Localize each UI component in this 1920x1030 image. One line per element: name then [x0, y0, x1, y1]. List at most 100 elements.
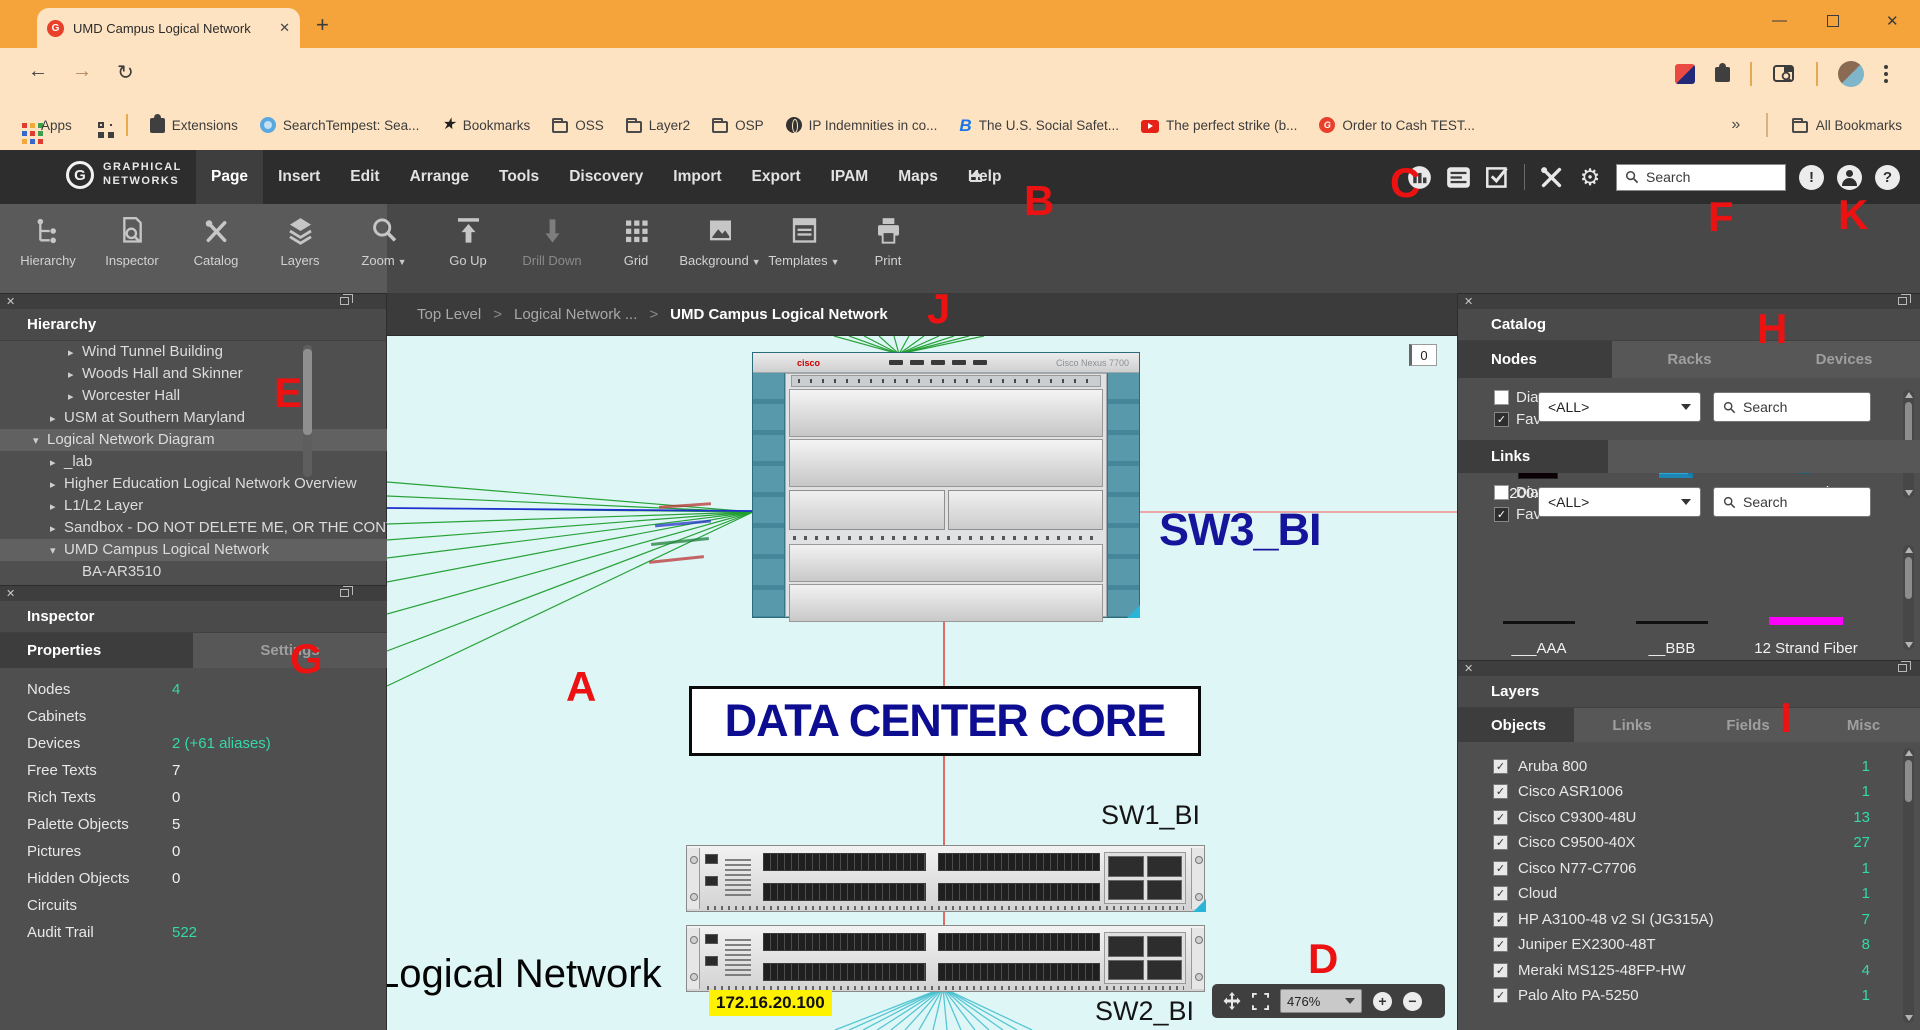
new-tab-button[interactable]: +	[316, 12, 329, 38]
link-swatch-12-strand-fiber[interactable]	[1769, 617, 1843, 625]
layers-button[interactable]: Layers	[258, 204, 342, 293]
eject-icon[interactable]	[968, 170, 984, 182]
menu-edit[interactable]: Edit	[335, 150, 394, 204]
bookmark-folder-layer2[interactable]: Layer2	[626, 118, 690, 133]
close-icon[interactable]: ✕	[1464, 295, 1473, 309]
apps-grid-icon[interactable]	[22, 123, 27, 128]
go-up-button[interactable]: Go Up	[426, 204, 510, 293]
label-sw1-bi[interactable]: SW1_BI	[1101, 800, 1200, 831]
forward-icon[interactable]: →	[72, 60, 92, 83]
expand-icon[interactable]	[50, 408, 64, 430]
back-icon[interactable]: ←	[28, 60, 48, 83]
diagram-canvas[interactable]: cisco Cisco Nexus 7700 DATA CENTER	[387, 336, 1457, 1030]
dia-checkbox[interactable]	[1494, 390, 1509, 405]
fit-screen-icon[interactable]	[1252, 993, 1269, 1010]
layer-count[interactable]: 1	[1862, 860, 1870, 877]
float-panel-icon[interactable]	[340, 589, 349, 597]
menu-tools[interactable]: Tools	[484, 150, 554, 204]
window-minimize-button[interactable]: —	[1772, 12, 1787, 29]
breadcrumb-top-level[interactable]: Top Level	[417, 306, 481, 323]
layer-count[interactable]: 1	[1862, 987, 1870, 1004]
zoom-button[interactable]: Zoom▼	[342, 204, 426, 293]
data-center-core-textbox[interactable]: DATA CENTER CORE	[689, 686, 1201, 756]
layer-checkbox[interactable]: ✓	[1493, 886, 1508, 901]
tasks-checkbox-icon[interactable]	[1485, 164, 1511, 190]
link-swatch-aaa[interactable]	[1503, 621, 1575, 624]
fav-checkbox[interactable]: ✓	[1494, 412, 1509, 427]
layer-checkbox[interactable]: ✓	[1493, 810, 1508, 825]
grid-shortcut-icon[interactable]	[98, 122, 104, 128]
reload-icon[interactable]: ↻	[117, 60, 134, 85]
menu-page[interactable]: Page	[196, 150, 263, 204]
layer-checkbox[interactable]: ✓	[1493, 912, 1508, 927]
tab-objects[interactable]: Objects	[1458, 708, 1574, 742]
layer-count[interactable]: 13	[1853, 809, 1870, 826]
menu-import[interactable]: Import	[658, 150, 736, 204]
tree-item[interactable]: Worcester Hall	[0, 385, 387, 407]
catalog-button[interactable]: Catalog	[174, 204, 258, 293]
all-bookmarks-button[interactable]: All Bookmarks	[1792, 118, 1902, 133]
inspector-button[interactable]: Inspector	[90, 204, 174, 293]
menu-maps[interactable]: Maps	[883, 150, 953, 204]
layer-checkbox[interactable]: ✓	[1493, 759, 1508, 774]
close-icon[interactable]: ✕	[6, 587, 15, 601]
close-icon[interactable]: ✕	[1464, 662, 1473, 676]
layer-count[interactable]: 1	[1862, 758, 1870, 775]
label-ip-address[interactable]: 172.16.20.100	[709, 990, 832, 1016]
layer-count[interactable]: 1	[1862, 885, 1870, 902]
report-list-icon[interactable]	[1446, 164, 1472, 190]
tab-devices[interactable]: Devices	[1767, 341, 1920, 378]
hierarchy-button[interactable]: Hierarchy	[6, 204, 90, 293]
collapse-icon[interactable]	[33, 430, 47, 452]
float-panel-icon[interactable]	[1898, 297, 1907, 305]
bookmark-searchtempest[interactable]: SearchTempest: Sea...	[260, 117, 420, 133]
settings-gear-icon[interactable]: ⚙	[1577, 164, 1603, 190]
pan-move-icon[interactable]	[1223, 992, 1241, 1010]
bookmark-perfect-strike[interactable]: The perfect strike (b...	[1141, 118, 1297, 133]
label-sw3-bi[interactable]: SW3_BI	[1159, 504, 1321, 556]
tab-misc[interactable]: Misc	[1806, 708, 1920, 742]
tree-item[interactable]: Higher Education Logical Network Overvie…	[0, 473, 387, 495]
layer-checkbox[interactable]: ✓	[1493, 784, 1508, 799]
window-close-button[interactable]: ✕	[1886, 12, 1899, 30]
label-sw2-bi[interactable]: SW2_BI	[1095, 996, 1194, 1027]
resize-handle[interactable]	[1193, 899, 1206, 912]
tab-close-icon[interactable]: ✕	[279, 20, 290, 36]
devices-count-link[interactable]: 2 (+61 aliases)	[172, 730, 271, 757]
expand-icon[interactable]	[68, 386, 82, 408]
layer-count[interactable]: 7	[1862, 911, 1870, 928]
tab-properties[interactable]: Properties	[0, 633, 193, 668]
tree-item[interactable]: Woods Hall and Skinner	[0, 363, 387, 385]
bookmark-folder-osp[interactable]: OSP	[712, 118, 764, 133]
admin-tools-icon[interactable]	[1538, 164, 1564, 190]
bookmark-order-to-cash[interactable]: GOrder to Cash TEST...	[1319, 117, 1475, 133]
tab-racks[interactable]: Racks	[1612, 341, 1767, 378]
catalog-nodes-search-input[interactable]: Search	[1713, 392, 1871, 422]
tree-item-current-diagram[interactable]: UMD Campus Logical Network	[0, 539, 387, 561]
tree-item[interactable]: L1/L2 Layer	[0, 495, 387, 517]
menu-export[interactable]: Export	[737, 150, 816, 204]
menu-arrange[interactable]: Arrange	[395, 150, 484, 204]
catalog-nodes-type-select[interactable]: <ALL>	[1538, 392, 1701, 422]
device-cisco-nexus-7700[interactable]: cisco Cisco Nexus 7700	[752, 352, 1140, 618]
layer-count[interactable]: 8	[1862, 936, 1870, 953]
profile-avatar[interactable]	[1838, 61, 1864, 87]
audit-trail-link[interactable]: 522	[172, 919, 197, 946]
expand-icon[interactable]	[50, 518, 64, 540]
zoom-out-button[interactable]: −	[1403, 992, 1422, 1011]
catalog-links-type-select[interactable]: <ALL>	[1538, 487, 1701, 517]
print-button[interactable]: Print	[846, 204, 930, 293]
layer-checkbox[interactable]: ✓	[1493, 988, 1508, 1003]
search-tabs-icon[interactable]	[1772, 63, 1796, 85]
tab-links[interactable]: Links	[1574, 708, 1690, 742]
extension-flag-icon[interactable]	[1675, 64, 1695, 84]
tree-item[interactable]: _lab	[0, 451, 387, 473]
layer-count[interactable]: 27	[1853, 834, 1870, 851]
catalog-links-scrollbar[interactable]	[1903, 545, 1914, 650]
resize-handle[interactable]	[1127, 605, 1140, 618]
device-switch-sw2[interactable]	[686, 925, 1205, 992]
bookmarks-overflow-icon[interactable]: »	[1731, 116, 1740, 134]
expand-icon[interactable]	[68, 342, 82, 364]
collapse-icon[interactable]	[50, 540, 64, 562]
expand-icon[interactable]	[50, 452, 64, 474]
